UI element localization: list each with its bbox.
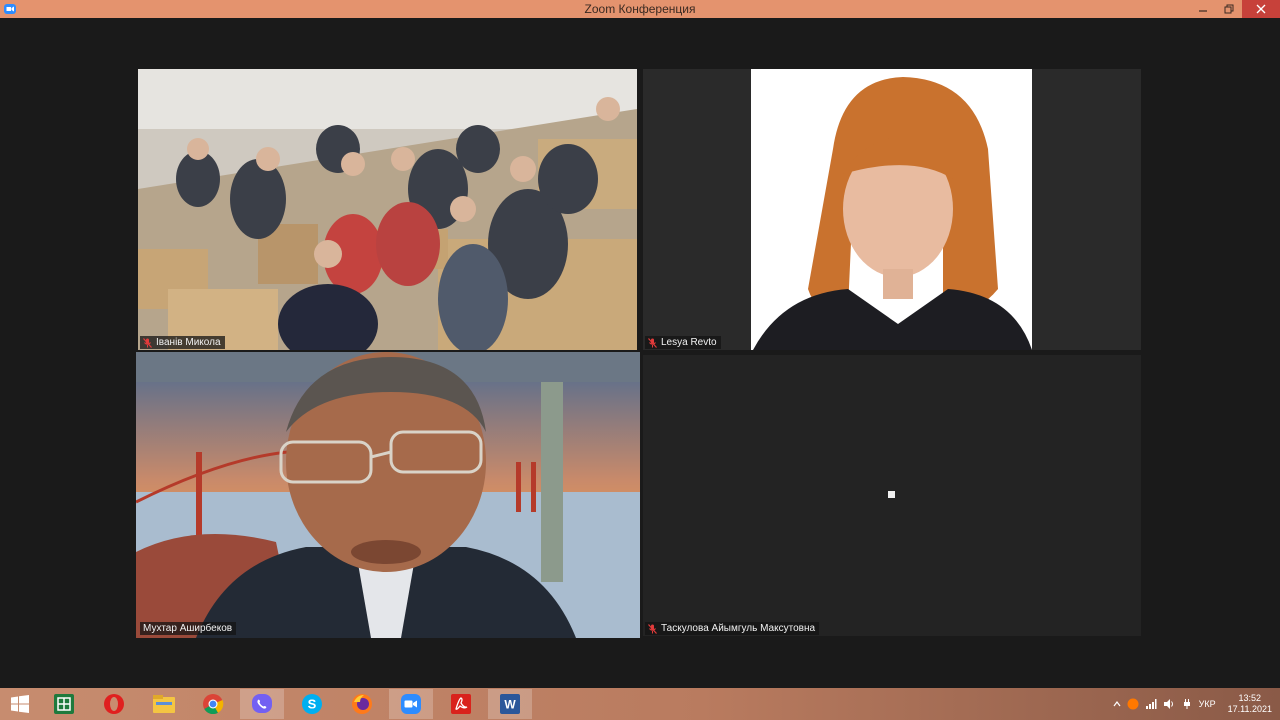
participant-video-tile-active-speaker[interactable]: Мухтар Аширбеков: [136, 352, 640, 638]
taskbar-zoom[interactable]: [389, 689, 433, 719]
taskbar-firefox[interactable]: [340, 689, 384, 719]
clock-time: 13:52: [1238, 693, 1262, 703]
minimize-icon: [1199, 10, 1207, 12]
start-button[interactable]: [0, 689, 40, 719]
participant-name: Іванів Микола: [156, 337, 221, 348]
taskbar-skype[interactable]: S: [290, 689, 334, 719]
window-title: Zoom Конференция: [584, 2, 696, 16]
window-controls: [1190, 0, 1280, 18]
participant-name: Таскулова Айымгуль Максутовна: [661, 623, 816, 634]
muted-mic-icon: [648, 337, 657, 348]
language-indicator[interactable]: УКР: [1199, 699, 1216, 709]
taskbar-chrome[interactable]: [191, 689, 235, 719]
network-icon[interactable]: [1145, 698, 1157, 710]
firefox-icon: [352, 694, 372, 714]
muted-mic-icon: [143, 337, 152, 348]
zoom-icon: [401, 694, 421, 714]
acrobat-icon: [451, 694, 471, 714]
restore-button[interactable]: [1216, 0, 1242, 18]
video-feed-portrait: [751, 69, 1032, 350]
participant-name-label: Мухтар Аширбеков: [140, 622, 237, 635]
participant-name-label: Таскулова Айымгуль Максутовна: [645, 622, 820, 635]
participant-video-tile[interactable]: Іванів Микола: [138, 69, 637, 350]
close-button[interactable]: [1242, 0, 1280, 18]
chrome-icon: [203, 694, 224, 715]
excel-icon: [54, 694, 74, 714]
clock[interactable]: 13:52 17.11.2021: [1228, 693, 1272, 715]
word-icon: W: [500, 694, 520, 714]
taskbar-acrobat[interactable]: [439, 689, 483, 719]
show-hidden-icons-icon[interactable]: [1113, 700, 1121, 708]
power-plug-icon[interactable]: [1181, 698, 1193, 710]
participant-name-label: Lesya Revto: [645, 336, 721, 349]
zoom-window: Zoom Конференция Іванів Микола Lesya Rev…: [0, 0, 1280, 688]
participant-name: Мухтар Аширбеков: [143, 623, 233, 634]
video-feed-virtual-background: [136, 352, 640, 638]
skype-icon: S: [302, 694, 322, 714]
viber-icon: [252, 694, 272, 713]
taskbar: S W УКР 13:52 17.11.2021: [0, 688, 1280, 720]
participant-name-label: Іванів Микола: [140, 336, 225, 349]
taskbar-excel[interactable]: [42, 689, 86, 719]
system-tray: УКР 13:52 17.11.2021: [1113, 688, 1280, 720]
video-placeholder-dot: [888, 491, 895, 498]
taskbar-file-explorer[interactable]: [142, 689, 186, 719]
video-feed-classroom: [138, 69, 637, 350]
minimize-button[interactable]: [1190, 0, 1216, 18]
taskbar-viber[interactable]: [240, 689, 284, 719]
title-bar[interactable]: Zoom Конференция: [0, 0, 1280, 18]
zoom-app-icon: [4, 4, 16, 14]
participant-video-tile[interactable]: Lesya Revto: [643, 69, 1141, 350]
svg-text:S: S: [308, 697, 317, 712]
clock-date: 17.11.2021: [1227, 704, 1272, 714]
restore-icon: [1224, 4, 1234, 14]
start-icon: [11, 695, 29, 713]
opera-icon: [104, 694, 124, 714]
avast-icon[interactable]: [1127, 698, 1139, 710]
taskbar-word[interactable]: W: [488, 689, 532, 719]
participant-name: Lesya Revto: [661, 337, 717, 348]
taskbar-opera[interactable]: [92, 689, 136, 719]
svg-text:W: W: [504, 698, 516, 712]
close-icon: [1256, 4, 1266, 14]
volume-icon[interactable]: [1163, 698, 1175, 710]
muted-mic-icon: [648, 623, 657, 634]
file-explorer-icon: [153, 695, 175, 713]
